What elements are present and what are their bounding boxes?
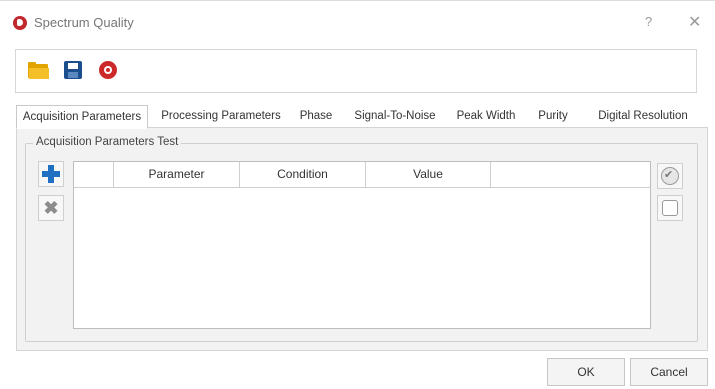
remove-row-button[interactable]: ✖ <box>38 195 64 221</box>
settings-icon[interactable] <box>97 59 121 83</box>
column-header-condition[interactable]: Condition <box>240 162 366 187</box>
column-header-parameter[interactable]: Parameter <box>114 162 240 187</box>
app-logo-icon <box>13 16 27 30</box>
tab-peak-width[interactable]: Peak Width <box>448 105 524 127</box>
check-all-button[interactable]: ✔ <box>657 163 683 189</box>
parameters-table[interactable]: Parameter Condition Value <box>73 161 651 329</box>
column-header-extra[interactable] <box>491 162 650 187</box>
uncheck-all-icon <box>662 200 678 216</box>
tab-bar: Acquisition Parameters Processing Parame… <box>16 105 706 129</box>
save-icon[interactable] <box>62 59 86 83</box>
x-icon: ✖ <box>43 198 59 218</box>
add-row-button[interactable] <box>38 161 64 187</box>
cancel-button[interactable]: Cancel <box>630 358 708 386</box>
help-button[interactable]: ? <box>645 14 652 29</box>
ok-button[interactable]: OK <box>547 358 625 386</box>
toolbar <box>15 49 697 93</box>
column-header-value[interactable]: Value <box>366 162 491 187</box>
close-button[interactable]: ✕ <box>688 12 701 32</box>
table-header: Parameter Condition Value <box>74 162 650 188</box>
open-folder-icon[interactable] <box>27 59 51 83</box>
tab-purity[interactable]: Purity <box>530 105 576 127</box>
tab-processing-parameters[interactable]: Processing Parameters <box>156 105 286 127</box>
window-title: Spectrum Quality <box>34 15 134 30</box>
column-header-index[interactable] <box>74 162 114 187</box>
title-bar: Spectrum Quality ? ✕ <box>0 8 715 36</box>
tab-digital-resolution[interactable]: Digital Resolution <box>584 105 702 127</box>
group-title: Acquisition Parameters Test <box>33 136 182 148</box>
uncheck-all-button[interactable] <box>657 195 683 221</box>
tab-acquisition-parameters[interactable]: Acquisition Parameters <box>16 105 148 129</box>
tab-phase[interactable]: Phase <box>292 105 340 127</box>
tab-signal-to-noise[interactable]: Signal-To-Noise <box>346 105 444 127</box>
window-top-border <box>0 0 715 1</box>
